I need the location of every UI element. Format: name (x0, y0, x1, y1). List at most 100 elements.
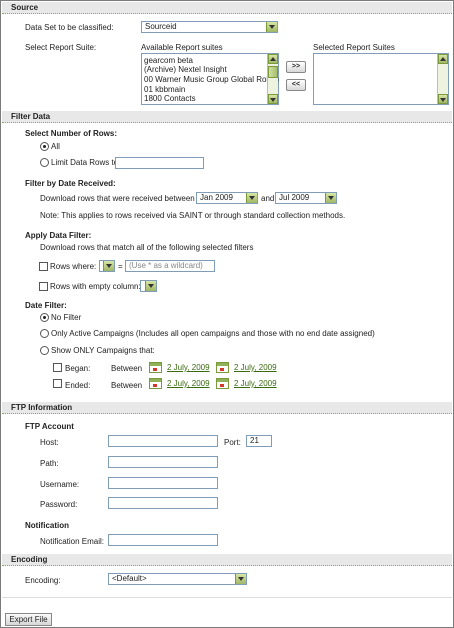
calendar-icon[interactable] (216, 378, 229, 389)
began-start-date-link[interactable]: 2 July, 2009 (167, 363, 210, 373)
notification-email-label: Notification Email: (40, 537, 105, 546)
rows-where-label: Rows where: (50, 262, 97, 271)
notification-email-input[interactable] (108, 534, 218, 546)
radio-no-filter[interactable] (40, 313, 49, 322)
all-label: All (51, 142, 60, 151)
and-label: and (261, 194, 275, 203)
scroll-down-icon[interactable] (438, 94, 448, 104)
divider (2, 597, 452, 598)
chevron-down-icon (266, 22, 277, 32)
scroll-up-icon[interactable] (438, 54, 448, 64)
section-title: Filter Data (11, 112, 51, 121)
encoding-label: Encoding: (25, 576, 61, 585)
radio-limit-rows[interactable] (40, 158, 49, 167)
to-month-value: Jul 2009 (279, 193, 310, 202)
began-checkbox[interactable] (53, 363, 62, 372)
section-title: FTP Information (11, 403, 73, 412)
to-month-select[interactable]: Jul 2009 (275, 192, 337, 204)
dataset-select[interactable]: Sourceid (141, 21, 278, 33)
show-only-label: Show ONLY Campaigns that: (51, 346, 155, 355)
scroll-down-icon[interactable] (268, 94, 278, 104)
encoding-select[interactable]: <Default> (108, 573, 247, 585)
rows-where-column-select[interactable] (99, 260, 115, 272)
password-input[interactable] (108, 497, 218, 509)
scrollbar[interactable] (267, 54, 278, 104)
add-suite-button[interactable]: >> (286, 61, 306, 73)
ended-end-date-link[interactable]: 2 July, 2009 (234, 379, 277, 389)
ftp-account-heading: FTP Account (25, 422, 74, 431)
username-input[interactable] (108, 477, 218, 489)
no-filter-label: No Filter (51, 313, 82, 322)
password-label: Password: (40, 500, 78, 509)
apply-filter-desc: Download rows that match all of the foll… (40, 243, 254, 252)
selected-report-suites-list[interactable] (313, 53, 449, 105)
list-item[interactable]: (Archive) Nextel Insight (144, 65, 227, 75)
from-month-select[interactable]: Jan 2009 (196, 192, 258, 204)
date-received-heading: Filter by Date Received: (25, 179, 116, 188)
ended-checkbox[interactable] (53, 379, 62, 388)
empty-column-label: Rows with empty column: (50, 282, 141, 291)
selected-label: Selected Report Suites (313, 43, 395, 52)
ended-start-date-link[interactable]: 2 July, 2009 (167, 379, 210, 389)
radio-only-active[interactable] (40, 329, 49, 338)
between-label: Between (111, 381, 143, 390)
began-end-date-link[interactable]: 2 July, 2009 (234, 363, 277, 373)
calendar-icon[interactable] (149, 362, 162, 373)
ended-label: Ended: (65, 381, 91, 390)
download-label: Download rows that were received between (40, 194, 195, 203)
empty-column-checkbox[interactable] (39, 282, 48, 291)
only-active-label: Only Active Campaigns (Includes all open… (51, 329, 375, 338)
chevron-down-icon (103, 261, 114, 271)
scroll-up-icon[interactable] (268, 54, 278, 64)
port-input[interactable]: 21 (246, 435, 272, 447)
apply-filter-heading: Apply Data Filter: (25, 231, 92, 240)
list-item[interactable]: 1800 Contacts (144, 94, 196, 104)
username-label: Username: (40, 480, 80, 489)
radio-all[interactable] (40, 142, 49, 151)
host-input[interactable] (108, 435, 218, 447)
equals-sign: = (118, 262, 123, 271)
dataset-value: Sourceid (145, 22, 177, 31)
date-filter-heading: Date Filter: (25, 301, 67, 310)
path-label: Path: (40, 459, 59, 468)
path-input[interactable] (108, 456, 218, 468)
limit-label: Limit Data Rows to (51, 158, 119, 167)
export-file-button[interactable]: Export File (5, 613, 52, 626)
notification-heading: Notification (25, 521, 69, 530)
chevron-down-icon (235, 574, 246, 584)
calendar-icon[interactable] (216, 362, 229, 373)
host-label: Host: (40, 438, 59, 447)
began-label: Began: (65, 364, 91, 373)
calendar-icon[interactable] (149, 378, 162, 389)
encoding-value: <Default> (112, 574, 147, 583)
chevron-down-icon (246, 193, 257, 203)
from-month-value: Jan 2009 (200, 193, 233, 202)
section-header-source: Source (2, 2, 452, 14)
scroll-thumb[interactable] (268, 66, 278, 78)
section-title: Encoding (11, 555, 48, 564)
wildcard-input[interactable]: (Use * as a wildcard) (125, 260, 215, 272)
report-suite-label: Select Report Suite: (25, 43, 97, 52)
wildcard-placeholder: (Use * as a wildcard) (129, 261, 203, 270)
list-item[interactable]: 00 Warner Music Group Global Rollup (144, 75, 279, 85)
available-label: Available Report suites (141, 43, 223, 52)
remove-suite-button[interactable]: << (286, 79, 306, 91)
chevron-down-icon (145, 281, 156, 291)
section-title: Source (11, 3, 39, 12)
chevron-down-icon (325, 193, 336, 203)
section-header-filter: Filter Data (2, 111, 452, 123)
between-label: Between (111, 364, 143, 373)
section-header-encoding: Encoding (2, 554, 452, 566)
port-label: Port: (224, 438, 241, 447)
export-panel: Source Data Set to be classified: Source… (0, 0, 454, 628)
scrollbar[interactable] (437, 54, 448, 104)
limit-rows-input[interactable] (115, 157, 204, 169)
rows-where-checkbox[interactable] (39, 262, 48, 271)
section-header-ftp: FTP Information (2, 402, 452, 414)
empty-column-select[interactable] (140, 280, 157, 292)
radio-show-only[interactable] (40, 346, 49, 355)
available-report-suites-list[interactable]: gearcom beta (Archive) Nextel Insight 00… (141, 53, 279, 105)
note-text: Note: This applies to rows received via … (40, 211, 346, 220)
dataset-label: Data Set to be classified: (25, 23, 114, 32)
rows-heading: Select Number of Rows: (25, 129, 118, 138)
